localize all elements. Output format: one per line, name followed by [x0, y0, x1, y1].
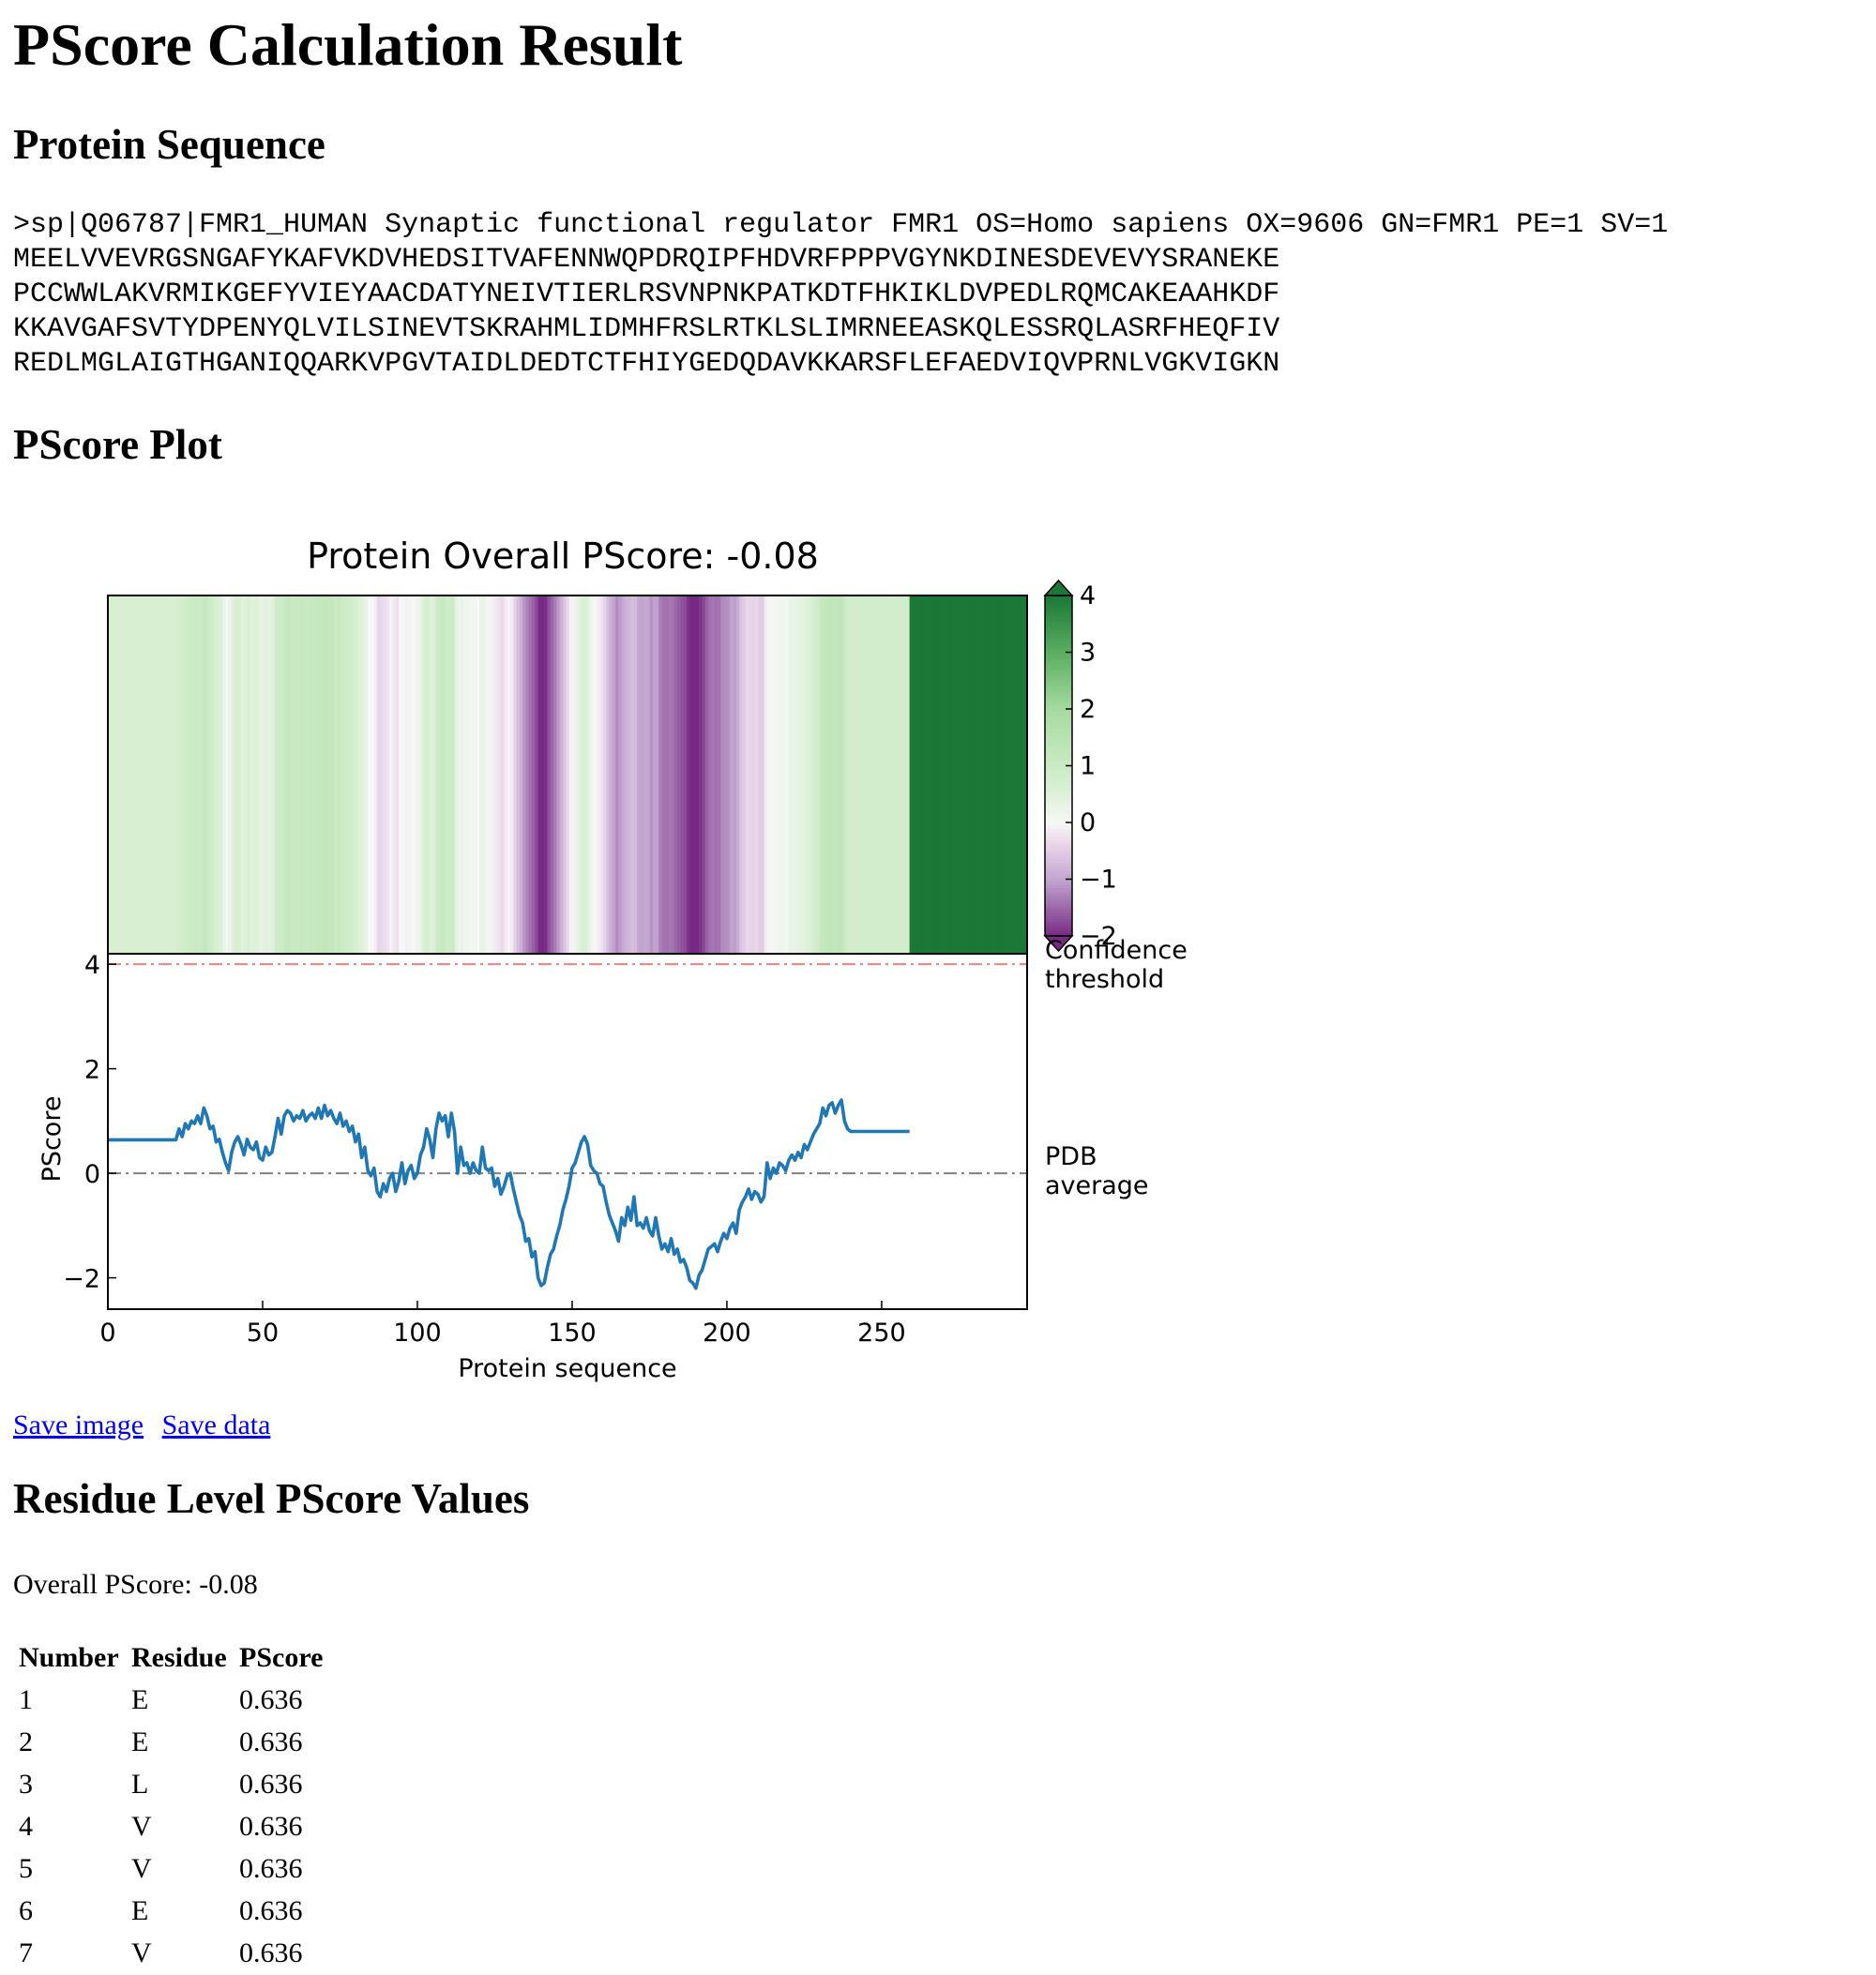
cell-pscore: 0.636	[239, 1853, 303, 1884]
sequence-block: >sp|Q06787|FMR1_HUMAN Synaptic functiona…	[13, 208, 1668, 382]
y-axis-label: PScore	[38, 1096, 67, 1183]
header-pscore: PScore	[239, 1642, 324, 1673]
y-tick-label: 4	[84, 951, 100, 980]
pscore-figure: Protein Overall PScore: -0.08 4 3 2 1 0 −1 −2 …	[13, 525, 1214, 1397]
cell-pscore: 0.636	[239, 1811, 303, 1842]
cell-pscore: 0.636	[239, 1726, 303, 1757]
save-image-link[interactable]: Save image	[13, 1410, 144, 1440]
save-data-link[interactable]: Save data	[162, 1410, 271, 1440]
table-row: 1 E 0.636	[13, 1679, 328, 1721]
cell-number: 6	[19, 1895, 33, 1926]
sequence-line: REDLMGLAIGTHGANIQQARKVPGVTAIDLDEDTCTFHIY…	[13, 348, 1280, 380]
residue-table: Number Residue PScore 1 E 0.636 2 E 0.636 3 L 0.…	[13, 1636, 328, 1974]
colorbar: 43210−1−2	[1043, 579, 1117, 953]
cell-pscore: 0.636	[239, 1769, 303, 1800]
cell-residue: V	[131, 1853, 152, 1884]
table-row: 5 V 0.636	[13, 1847, 328, 1890]
plot-heading: PScore Plot	[13, 421, 222, 468]
sequence-header: >sp|Q06787|FMR1_HUMAN Synaptic functiona…	[13, 209, 1669, 241]
x-tick-label: 100	[393, 1319, 442, 1348]
table-header-row: Number Residue PScore	[13, 1636, 328, 1679]
sequence-heading: Protein Sequence	[13, 121, 325, 168]
cell-residue: L	[131, 1769, 149, 1800]
chart-title: Protein Overall PScore: -0.08	[307, 535, 819, 577]
pscore-heatmap	[108, 596, 1028, 954]
cell-pscore: 0.636	[239, 1684, 303, 1715]
pscore-chart: Protein Overall PScore: -0.08 43210−1−2 …	[38, 535, 1188, 1383]
table-row: 3 L 0.636	[13, 1763, 328, 1805]
cell-residue: E	[131, 1684, 149, 1715]
cell-residue: E	[131, 1895, 149, 1926]
overall-pscore-text: Overall PScore: -0.08	[13, 1569, 258, 1600]
sequence-line: KKAVGAFSVTYDPENYQLVILSINEVTSKRAHMLIDMHFR…	[13, 313, 1280, 345]
y-tick-label: 0	[84, 1160, 100, 1189]
x-axis-label: Protein sequence	[458, 1354, 676, 1383]
residue-heading: Residue Level PScore Values	[13, 1475, 530, 1522]
colorbar-tick-label: 4	[1080, 581, 1096, 611]
cell-pscore: 0.636	[239, 1937, 303, 1968]
colorbar-max-extend	[1043, 579, 1074, 596]
cell-pscore: 0.636	[239, 1895, 303, 1926]
header-residue: Residue	[131, 1642, 227, 1673]
cell-number: 3	[19, 1769, 33, 1800]
cell-number: 7	[19, 1937, 33, 1968]
cell-number: 1	[19, 1684, 33, 1715]
x-tick-label: 200	[703, 1319, 751, 1348]
colorbar-tick-label: 2	[1080, 695, 1096, 724]
cell-number: 5	[19, 1853, 33, 1884]
cell-number: 2	[19, 1726, 33, 1757]
sequence-line: MEELVVEVRGSNGAFYKAFVKDVHEDSITVAFENNWQPDR…	[13, 244, 1280, 276]
colorbar-tick-label: 1	[1080, 752, 1096, 781]
table-body: 1 E 0.636 2 E 0.636 3 L 0.636 4 V 0.636 5 V 0.636 6 E 0.6…	[13, 1679, 328, 1974]
x-tick-label: 150	[548, 1319, 597, 1348]
colorbar-tick-label: −1	[1080, 866, 1117, 895]
x-tick-label: 50	[247, 1319, 279, 1348]
cell-residue: V	[131, 1811, 152, 1842]
save-links: Save image Save data	[13, 1407, 281, 1444]
x-tick-label: 250	[857, 1319, 906, 1348]
table-row: 4 V 0.636	[13, 1805, 328, 1847]
x-tick-label: 0	[99, 1319, 115, 1348]
colorbar-tick-label: 0	[1080, 808, 1096, 837]
confidence-threshold-label: Confidence threshold	[1045, 936, 1188, 994]
header-number: Number	[19, 1642, 119, 1673]
colorbar-tick-label: 3	[1080, 639, 1096, 668]
sequence-line: PCCWWLAKVRMIKGEFYVIEYAACDATYNEIVTIERLRSV…	[13, 279, 1280, 310]
page-title: PScore Calculation Result	[13, 11, 683, 78]
pdb-average-label: PDB average	[1045, 1142, 1149, 1200]
table-row: 2 E 0.636	[13, 1721, 328, 1763]
cell-residue: V	[131, 1937, 152, 1968]
cell-number: 4	[19, 1811, 33, 1842]
y-tick-label: −2	[63, 1265, 100, 1294]
table-row: 6 E 0.636	[13, 1890, 328, 1932]
table-row: 7 V 0.636	[13, 1932, 328, 1974]
line-plot: 4 2 0 −2 0 50 100 150 200 250 Protein sequence PSco…	[38, 936, 1188, 1383]
cell-residue: E	[131, 1726, 149, 1757]
y-tick-label: 2	[84, 1056, 100, 1085]
